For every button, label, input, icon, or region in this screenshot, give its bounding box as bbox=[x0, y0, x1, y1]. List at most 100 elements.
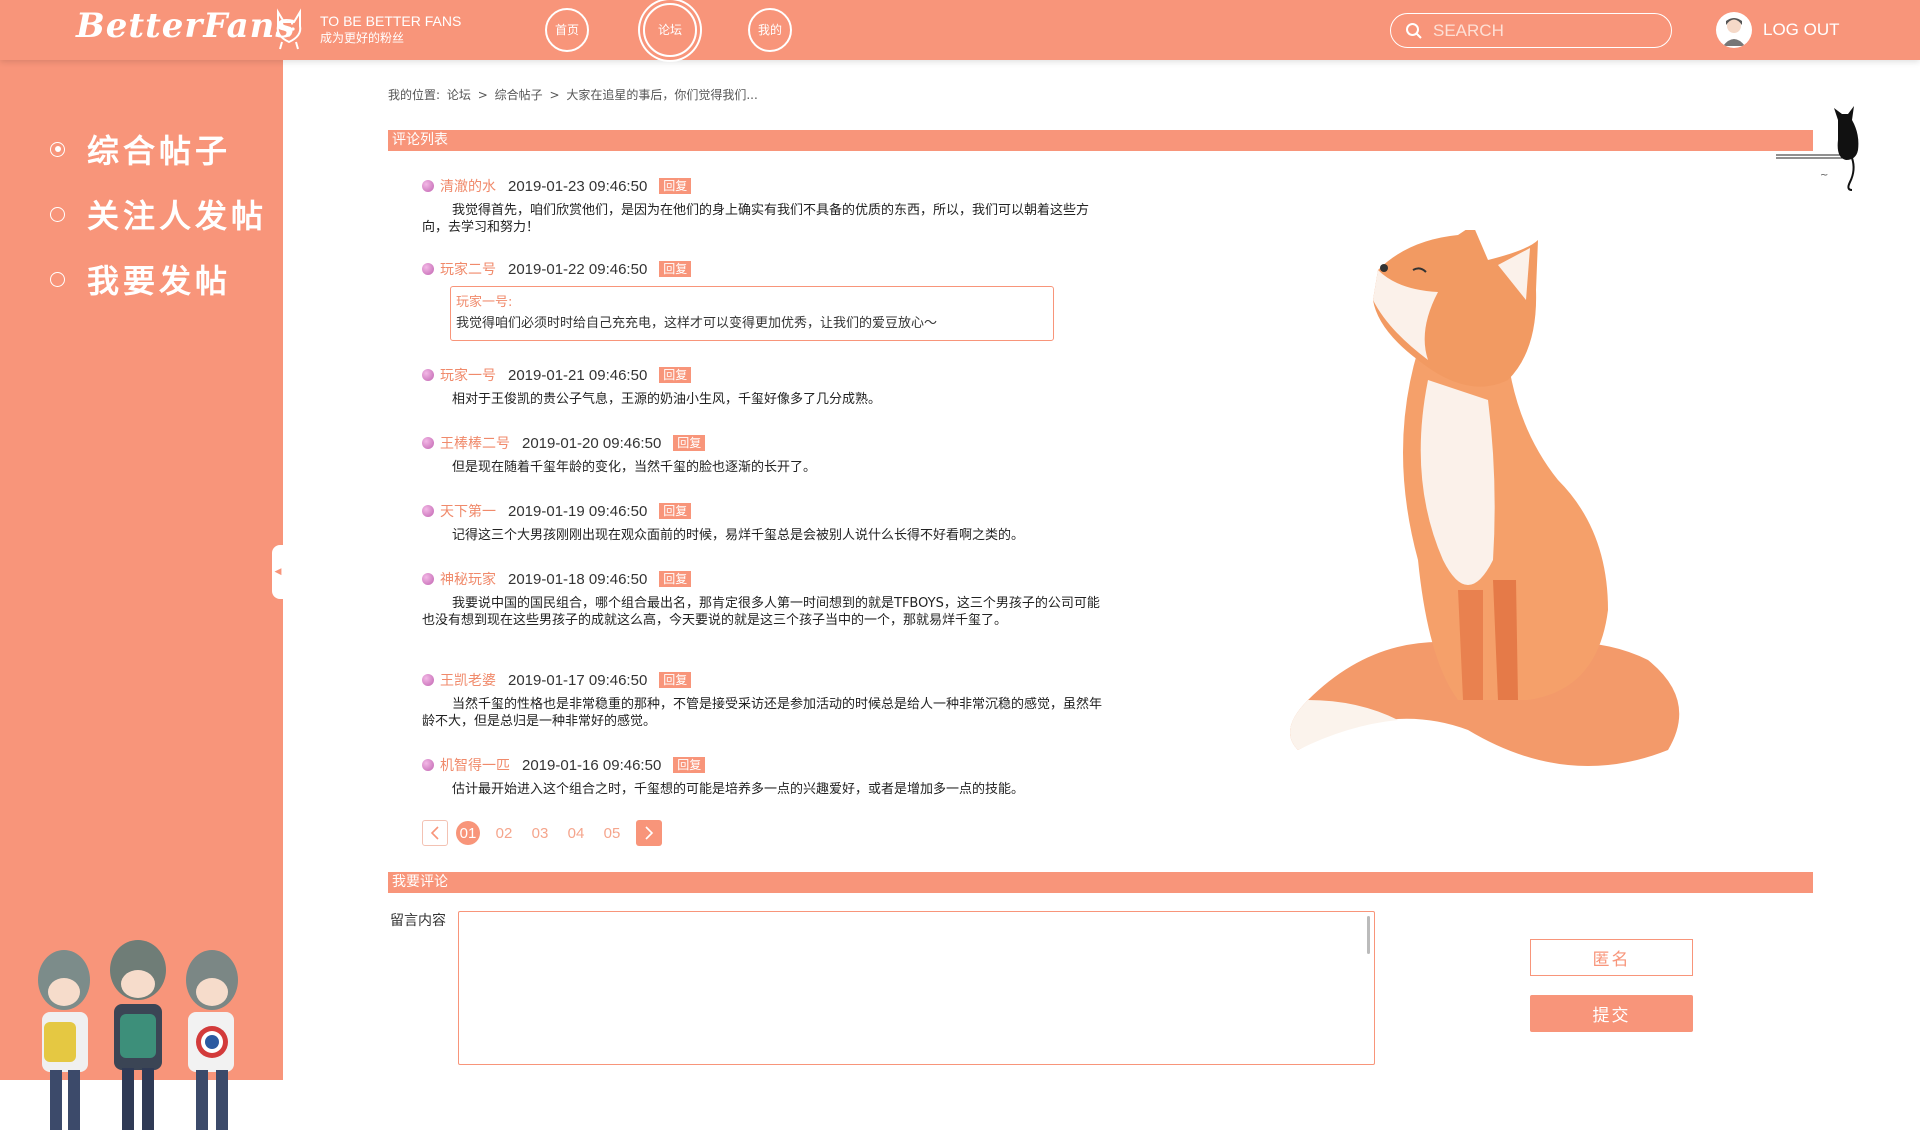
comment-username[interactable]: 玩家一号 bbox=[440, 365, 496, 385]
quoted-username: 玩家一号: bbox=[456, 295, 513, 310]
breadcrumb-item-general[interactable]: 综合帖子 bbox=[495, 88, 543, 102]
comment-timestamp: 2019-01-16 09:46:50 bbox=[522, 756, 662, 774]
sidebar-item-label: 我要发帖 bbox=[87, 262, 232, 300]
page-number[interactable]: 05 bbox=[600, 821, 624, 845]
reply-button[interactable]: 回复 bbox=[659, 672, 692, 688]
comment-timestamp: 2019-01-22 09:46:50 bbox=[508, 260, 648, 278]
radio-icon bbox=[50, 206, 65, 222]
chevron-left-icon: ◀ bbox=[274, 567, 282, 577]
bullet-icon bbox=[422, 505, 434, 517]
nav-forum[interactable]: 论坛 bbox=[643, 3, 697, 57]
reply-button[interactable]: 回复 bbox=[673, 757, 706, 773]
top-header: BetterFans TO BE BETTER FANS 成为更好的粉丝 首页 … bbox=[0, 0, 1920, 60]
breadcrumb-item-post[interactable]: 大家在追星的事后，你们觉得我们... bbox=[566, 88, 757, 102]
comment-username[interactable]: 清澈的水 bbox=[440, 176, 496, 196]
reply-button[interactable]: 回复 bbox=[673, 435, 706, 451]
breadcrumb-item-forum[interactable]: 论坛 bbox=[447, 88, 471, 102]
quoted-reply: 玩家一号: 我觉得咱们必须时时给自己充充电，这样才可以变得更加优秀，让我们的爱豆… bbox=[450, 286, 1054, 341]
page-number[interactable]: 02 bbox=[492, 821, 516, 845]
prev-page-button[interactable] bbox=[422, 820, 448, 846]
list-item: 玩家二号 2019-01-22 09:46:50 回复 玩家一号: 我觉得咱们必… bbox=[422, 260, 1102, 341]
comment-timestamp: 2019-01-21 09:46:50 bbox=[508, 366, 648, 384]
page-number[interactable]: 01 bbox=[456, 821, 480, 845]
chevron-left-icon bbox=[430, 826, 439, 840]
comment-text: 记得这三个大男孩刚刚出现在观众面前的时候，易烊千玺总是会被别人说什么长得不好看啊… bbox=[452, 528, 1025, 543]
list-item: 玩家一号 2019-01-21 09:46:50 回复 相对于王俊凯的贵公子气息… bbox=[422, 366, 1102, 408]
message-textarea[interactable] bbox=[458, 911, 1375, 1065]
submit-button[interactable]: 提交 bbox=[1530, 995, 1693, 1032]
tagline-cn: 成为更好的粉丝 bbox=[320, 31, 405, 45]
message-label: 留言内容 bbox=[390, 913, 446, 929]
comment-username[interactable]: 神秘玩家 bbox=[440, 569, 496, 589]
quoted-text: 我觉得咱们必须时时给自己充充电，这样才可以变得更加优秀，让我们的爱豆放心～ bbox=[456, 316, 938, 331]
comment-username[interactable]: 机智得一匹 bbox=[440, 755, 510, 775]
search-box[interactable] bbox=[1390, 13, 1672, 48]
comment-timestamp: 2019-01-20 09:46:50 bbox=[522, 434, 662, 452]
bullet-icon bbox=[422, 573, 434, 585]
logo-text[interactable]: BetterFans bbox=[76, 6, 296, 46]
bullet-icon bbox=[422, 674, 434, 686]
fox-logo-icon bbox=[276, 8, 302, 50]
list-item: 清澈的水 2019-01-23 09:46:50 回复 我觉得首先，咱们欣赏他们… bbox=[422, 177, 1102, 236]
sidebar-item-general-posts[interactable]: 综合帖子 bbox=[50, 126, 231, 172]
breadcrumb-prefix: 我的位置: bbox=[388, 88, 441, 102]
list-item: 机智得一匹 2019-01-16 09:46:50 回复 估计最开始进入这个组合… bbox=[422, 756, 1102, 798]
search-icon bbox=[1406, 22, 1422, 39]
sidebar-item-new-post[interactable]: 我要发帖 bbox=[50, 256, 231, 302]
comment-text: 相对于王俊凯的贵公子气息，王源的奶油小生风，千玺好像多了几分成熟。 bbox=[452, 392, 882, 407]
comment-list-header: 评论列表 bbox=[388, 130, 1813, 151]
svg-text:~: ~ bbox=[1820, 170, 1828, 181]
logout-button[interactable]: LOG OUT bbox=[1763, 20, 1840, 40]
sidebar-item-label: 综合帖子 bbox=[87, 132, 232, 170]
tagline-en: TO BE BETTER FANS bbox=[320, 13, 462, 29]
comment-username[interactable]: 天下第一 bbox=[440, 501, 496, 521]
user-avatar-icon bbox=[1723, 18, 1745, 46]
sidebar-item-followed-posts[interactable]: 关注人发帖 bbox=[50, 191, 267, 237]
comment-username[interactable]: 王凯老婆 bbox=[440, 670, 496, 690]
anonymous-button[interactable]: 匿名 bbox=[1530, 939, 1693, 976]
bullet-icon bbox=[422, 437, 434, 449]
breadcrumb-separator: > bbox=[477, 88, 488, 102]
comment-username[interactable]: 王棒棒二号 bbox=[440, 433, 510, 453]
bullet-icon bbox=[422, 369, 434, 381]
nav-mine[interactable]: 我的 bbox=[748, 8, 792, 52]
bullet-icon bbox=[422, 759, 434, 771]
comment-text: 估计最开始进入这个组合之时，千玺想的可能是培养多一点的兴趣爱好，或者是增加多一点… bbox=[452, 782, 1025, 797]
radio-icon bbox=[50, 271, 65, 287]
tagline: TO BE BETTER FANS 成为更好的粉丝 bbox=[320, 13, 461, 47]
fox-illustration bbox=[1290, 230, 1680, 766]
pagination: 01 02 03 04 05 bbox=[422, 820, 662, 846]
reply-button[interactable]: 回复 bbox=[659, 571, 692, 587]
list-item: 王棒棒二号 2019-01-20 09:46:50 回复 但是现在随着千玺年龄的… bbox=[422, 434, 1102, 476]
nav-home[interactable]: 首页 bbox=[545, 8, 589, 52]
search-input[interactable] bbox=[1433, 20, 1653, 41]
sidebar-collapse-button[interactable]: ◀ bbox=[272, 545, 284, 599]
reply-button[interactable]: 回复 bbox=[659, 503, 692, 519]
page-number[interactable]: 03 bbox=[528, 821, 552, 845]
list-item: 神秘玩家 2019-01-18 09:46:50 回复 我要说中国的国民组合，哪… bbox=[422, 570, 1102, 629]
three-kids-illustration bbox=[38, 940, 238, 1130]
cat-on-line-illustration: ~ bbox=[1776, 106, 1859, 191]
comment-text: 我觉得首先，咱们欣赏他们，是因为在他们的身上确实有我们不具备的优质的东西，所以，… bbox=[422, 203, 1090, 235]
list-item: 天下第一 2019-01-19 09:46:50 回复 记得这三个大男孩刚刚出现… bbox=[422, 502, 1102, 544]
comment-text: 但是现在随着千玺年龄的变化，当然千玺的脸也逐渐的长开了。 bbox=[452, 460, 817, 475]
chevron-right-icon bbox=[645, 826, 654, 840]
sidebar-item-label: 关注人发帖 bbox=[87, 197, 268, 235]
page-number[interactable]: 04 bbox=[564, 821, 588, 845]
bullet-icon bbox=[422, 263, 434, 275]
nav-mine-label: 我的 bbox=[757, 23, 782, 37]
compose-header: 我要评论 bbox=[388, 872, 1813, 893]
comment-timestamp: 2019-01-23 09:46:50 bbox=[508, 177, 648, 195]
reply-button[interactable]: 回复 bbox=[659, 178, 692, 194]
next-page-button[interactable] bbox=[636, 820, 662, 846]
breadcrumb-separator: > bbox=[549, 88, 560, 102]
comment-username[interactable]: 玩家二号 bbox=[440, 259, 496, 279]
bullet-icon bbox=[422, 180, 434, 192]
textarea-scrollbar[interactable] bbox=[1367, 916, 1370, 954]
sidebar: 综合帖子 关注人发帖 我要发帖 bbox=[0, 60, 283, 1130]
avatar[interactable] bbox=[1716, 12, 1752, 48]
list-item: 王凯老婆 2019-01-17 09:46:50 回复 当然千玺的性格也是非常稳… bbox=[422, 671, 1102, 730]
reply-button[interactable]: 回复 bbox=[659, 261, 692, 277]
reply-button[interactable]: 回复 bbox=[659, 367, 692, 383]
comment-text: 我要说中国的国民组合，哪个组合最出名，那肯定很多人第一时间想到的就是TFBOYS… bbox=[422, 596, 1100, 628]
